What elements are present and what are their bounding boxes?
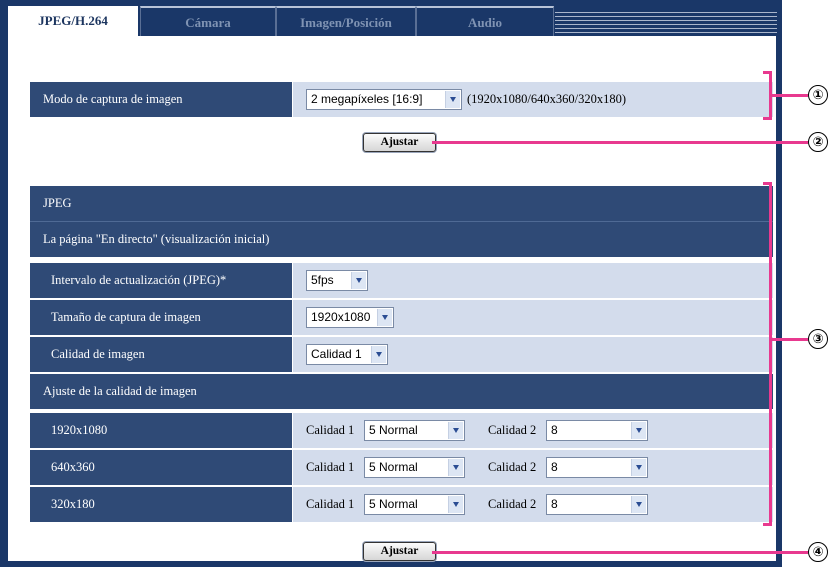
image-quality-cell: Calidad 1 [293,337,773,372]
quality-cell: Calidad 1 5 Normal Calidad 2 8 [293,450,773,485]
live-page-header-text: La página "En directo" (visualización in… [43,232,270,246]
chevron-down-icon [631,422,646,439]
capture-size-row: Tamaño de captura de imagen 1920x1080 [30,300,773,335]
quality-cell: Calidad 1 5 Normal Calidad 2 8 [293,413,773,448]
capture-size-cell: 1920x1080 [293,300,773,335]
callout-number-3: ③ [808,329,828,349]
quality-2-selected: 8 [551,423,558,437]
quality-1-label: Calidad 1 [306,460,355,474]
capture-mode-value-cell: 2 megapíxeles [16:9] (1920x1080/640x360/… [293,82,773,117]
tab-audio[interactable]: Audio [416,6,554,36]
quality-1-selected: 5 Normal [369,497,418,511]
capture-mode-label: Modo de captura de imagen [30,82,292,117]
chevron-down-icon [445,91,460,108]
callout-number-1: ① [808,85,828,105]
chevron-down-icon [377,309,392,326]
callout-line-1 [771,94,808,97]
quality-1-label: Calidad 1 [306,497,355,511]
quality-2-label: Calidad 2 [488,497,537,511]
refresh-interval-row: Intervalo de actualización (JPEG)* 5fps [30,263,773,298]
quality-row: 1920x1080 Calidad 1 5 Normal Calidad 2 8 [30,413,773,448]
image-quality-row: Calidad de imagen Calidad 1 [30,337,773,372]
tab-strip-lines [555,6,777,36]
chevron-down-icon [448,496,463,513]
callout-line-3 [771,338,808,341]
quality-2-label: Calidad 2 [488,460,537,474]
capture-mode-select[interactable]: 2 megapíxeles [16:9] [306,89,462,110]
quality-setting-header: Ajuste de la calidad de imagen [30,374,773,409]
tab-image-position[interactable]: Imagen/Posición [276,6,416,36]
chevron-down-icon [448,422,463,439]
refresh-interval-select[interactable]: 5fps [306,270,368,291]
quality-1-selected: 5 Normal [369,460,418,474]
settings-panel: JPEG/H.264 Cámara Imagen/Posición Audio … [0,0,782,567]
set-button-bottom[interactable]: Ajustar [363,542,436,561]
quality-2-selected: 8 [551,460,558,474]
tab-jpeg-h264[interactable]: JPEG/H.264 [8,6,138,40]
capture-mode-selected: 2 megapíxeles [16:9] [311,92,423,106]
image-quality-select[interactable]: Calidad 1 [306,344,388,365]
quality-2-label: Calidad 2 [488,423,537,437]
callout-line-4 [432,551,808,554]
chevron-down-icon [371,346,386,363]
set-button-top[interactable]: Ajustar [363,133,436,152]
image-quality-selected: Calidad 1 [311,347,362,361]
refresh-interval-label: Intervalo de actualización (JPEG)* [30,263,292,298]
callout-number-4: ④ [808,542,828,562]
resolution-label: 1920x1080 [30,413,292,448]
callout-line-2 [432,141,808,144]
chevron-down-icon [351,272,366,289]
quality-setting-header-text: Ajuste de la calidad de imagen [43,384,197,398]
capture-size-select[interactable]: 1920x1080 [306,307,394,328]
chevron-down-icon [631,496,646,513]
capture-size-label: Tamaño de captura de imagen [30,300,292,335]
quality-cell: Calidad 1 5 Normal Calidad 2 8 [293,487,773,522]
tab-content: Modo de captura de imagen 2 megapíxeles … [8,36,776,561]
resolution-label: 640x360 [30,450,292,485]
quality-1-select[interactable]: 5 Normal [364,494,465,515]
chevron-down-icon [631,459,646,476]
quality-1-selected: 5 Normal [369,423,418,437]
capture-mode-note: (1920x1080/640x360/320x180) [467,92,627,106]
quality-2-select[interactable]: 8 [546,420,648,441]
quality-row: 320x180 Calidad 1 5 Normal Calidad 2 8 [30,487,773,522]
jpeg-header-text: JPEG [43,196,72,210]
refresh-interval-selected: 5fps [311,273,334,287]
live-page-header: La página "En directo" (visualización in… [30,222,773,257]
quality-2-select[interactable]: 8 [546,494,648,515]
jpeg-header: JPEG [30,186,773,221]
callout-number-2: ② [808,132,828,152]
capture-size-selected: 1920x1080 [311,310,371,324]
quality-1-select[interactable]: 5 Normal [364,457,465,478]
callout-bracket-3 [763,182,772,526]
tab-camera[interactable]: Cámara [140,6,276,36]
quality-2-select[interactable]: 8 [546,457,648,478]
quality-1-select[interactable]: 5 Normal [364,420,465,441]
quality-1-label: Calidad 1 [306,423,355,437]
capture-mode-row: Modo de captura de imagen 2 megapíxeles … [30,82,773,117]
refresh-interval-cell: 5fps [293,263,773,298]
quality-2-selected: 8 [551,497,558,511]
image-quality-label: Calidad de imagen [30,337,292,372]
quality-row: 640x360 Calidad 1 5 Normal Calidad 2 8 [30,450,773,485]
resolution-label: 320x180 [30,487,292,522]
chevron-down-icon [448,459,463,476]
